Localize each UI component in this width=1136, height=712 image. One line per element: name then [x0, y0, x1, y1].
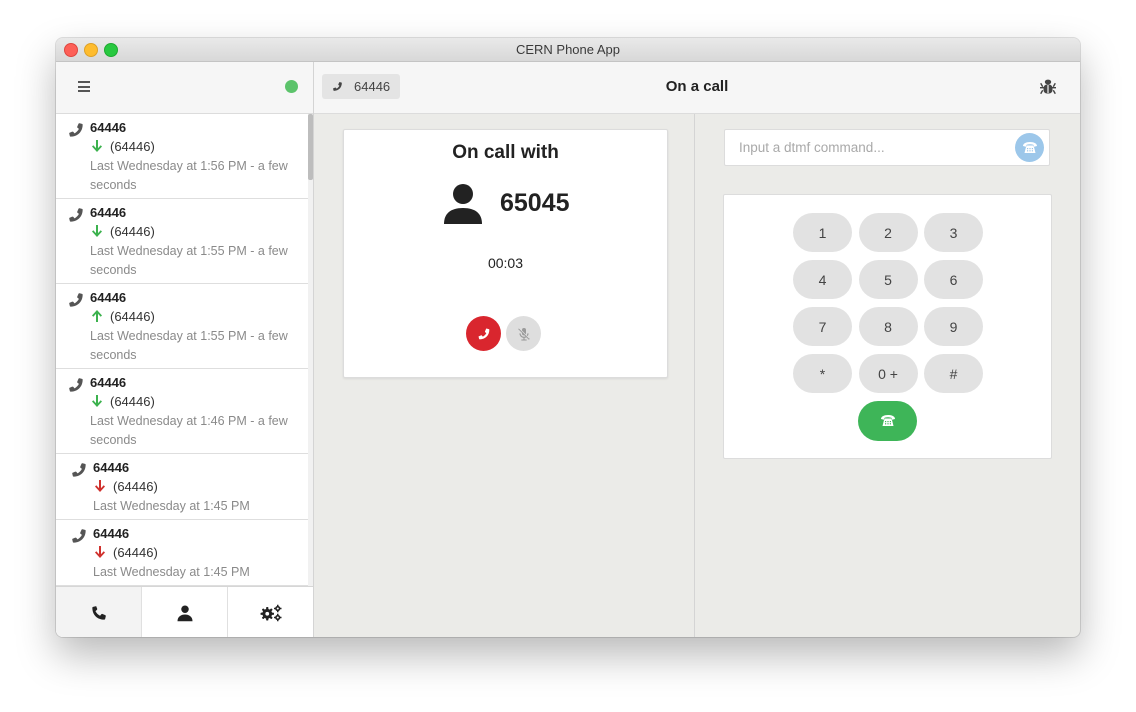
scrollbar-thumb[interactable]	[308, 114, 313, 180]
mute-button[interactable]	[506, 316, 541, 351]
dial-key[interactable]: 1	[793, 213, 852, 252]
call-alias: (64446)	[113, 479, 158, 494]
dial-key[interactable]: 8	[858, 307, 918, 346]
phone-icon	[69, 378, 83, 392]
call-alias: (64446)	[113, 545, 158, 560]
window-title: CERN Phone App	[515, 42, 621, 57]
call-history-item[interactable]: 64446 (64446) Last Wednesday at 1:45 PM	[56, 520, 308, 586]
active-call-card: On call with 65045 00:03	[343, 129, 668, 378]
call-alias: (64446)	[110, 394, 155, 409]
arrow-down-icon	[95, 480, 105, 492]
phone-icon	[72, 529, 86, 543]
call-status-title: On a call	[665, 78, 729, 95]
call-time: Last Wednesday at 1:45 PM	[93, 565, 250, 579]
call-history-item[interactable]: 64446 (64446) Last Wednesday at 1:46 PM - …	[56, 369, 308, 454]
call-time: Last Wednesday at 1:46 PM - a few second…	[90, 414, 288, 447]
arrow-down-icon	[92, 225, 102, 237]
phone-icon	[69, 293, 83, 307]
call-time: Last Wednesday at 1:56 PM - a few second…	[90, 159, 288, 192]
tab-recent-calls[interactable]	[56, 587, 142, 637]
app-window: CERN Phone App 64446 (64446) Last Wednesda…	[56, 38, 1080, 637]
sidebar-header	[56, 62, 313, 114]
dial-key[interactable]: 9	[924, 307, 983, 346]
title-bar: CERN Phone App	[56, 38, 1080, 62]
dialpad: 1 2 3 4 5 6 7 8 9 * 0 + #	[723, 194, 1052, 459]
sidebar-tabs	[56, 586, 313, 637]
phone-icon	[91, 605, 106, 620]
call-number: 64446	[90, 290, 127, 305]
phone-icon	[69, 208, 83, 222]
call-number: 64446	[90, 120, 127, 135]
call-alias: (64446)	[110, 309, 155, 324]
dial-key[interactable]: 6	[924, 260, 983, 299]
send-dtmf-button[interactable]	[1015, 133, 1044, 162]
dial-key[interactable]: 2	[858, 213, 918, 252]
dtmf-input[interactable]	[724, 129, 1050, 166]
user-icon	[177, 605, 192, 621]
dial-key[interactable]: 7	[793, 307, 852, 346]
dialpad-phone-icon	[880, 415, 895, 426]
minimize-window-button[interactable]	[84, 43, 98, 57]
call-history-item[interactable]: 64446 (64446) Last Wednesday at 1:55 PM - …	[56, 284, 308, 369]
call-number: 64446	[90, 205, 127, 220]
call-alias: (64446)	[110, 224, 155, 239]
call-history-item[interactable]: 64446 (64446) Last Wednesday at 1:45 PM	[56, 454, 308, 520]
dial-key[interactable]: *	[793, 354, 852, 393]
call-time: Last Wednesday at 1:55 PM - a few second…	[90, 329, 288, 362]
arrow-up-icon	[92, 310, 102, 322]
call-heading: On call with	[452, 142, 559, 163]
dial-key[interactable]: 0 +	[858, 354, 918, 393]
close-window-button[interactable]	[64, 43, 78, 57]
call-history-item[interactable]: 64446 (64446) Last Wednesday at 1:56 PM - …	[56, 114, 308, 199]
tab-settings[interactable]	[228, 587, 313, 637]
arrow-down-icon	[92, 140, 102, 152]
tab-contacts[interactable]	[142, 587, 228, 637]
dial-key[interactable]: 4	[793, 260, 852, 299]
scrollbar-track[interactable]	[308, 114, 313, 586]
call-number: 64446	[93, 460, 130, 475]
call-number: 64446	[93, 526, 130, 541]
online-status-indicator	[285, 80, 298, 93]
panel-divider	[694, 114, 695, 637]
remote-number: 65045	[500, 189, 570, 217]
settings-icon	[260, 604, 281, 621]
call-timer: 00:03	[487, 255, 524, 271]
dialpad-phone-icon	[1022, 141, 1037, 153]
call-time: Last Wednesday at 1:55 PM - a few second…	[90, 244, 288, 277]
call-number: 64446	[90, 375, 127, 390]
sidebar: 64446 (64446) Last Wednesday at 1:56 PM - …	[56, 62, 314, 637]
microphone-slash-icon	[517, 326, 530, 341]
phone-icon	[478, 328, 489, 339]
arrow-down-icon	[92, 395, 102, 407]
bug-report-icon[interactable]	[1040, 78, 1056, 96]
call-time: Last Wednesday at 1:45 PM	[93, 499, 250, 513]
dial-key[interactable]: 3	[924, 213, 983, 252]
recent-calls-list[interactable]: 64446 (64446) Last Wednesday at 1:56 PM - …	[56, 114, 308, 586]
call-alias: (64446)	[110, 139, 155, 154]
call-top-bar: 64446 On a call	[314, 62, 1080, 114]
arrow-down-icon	[95, 546, 105, 558]
dial-call-button[interactable]	[858, 401, 917, 441]
dial-key[interactable]: 5	[858, 260, 918, 299]
hangup-button[interactable]	[466, 316, 501, 351]
maximize-window-button[interactable]	[104, 43, 118, 57]
person-icon	[444, 184, 482, 224]
call-history-item[interactable]: 64446 (64446) Last Wednesday at 1:55 PM - …	[56, 199, 308, 284]
dial-key[interactable]: #	[924, 354, 983, 393]
menu-icon[interactable]	[78, 81, 90, 92]
phone-icon	[69, 123, 83, 137]
phone-icon	[72, 463, 86, 477]
